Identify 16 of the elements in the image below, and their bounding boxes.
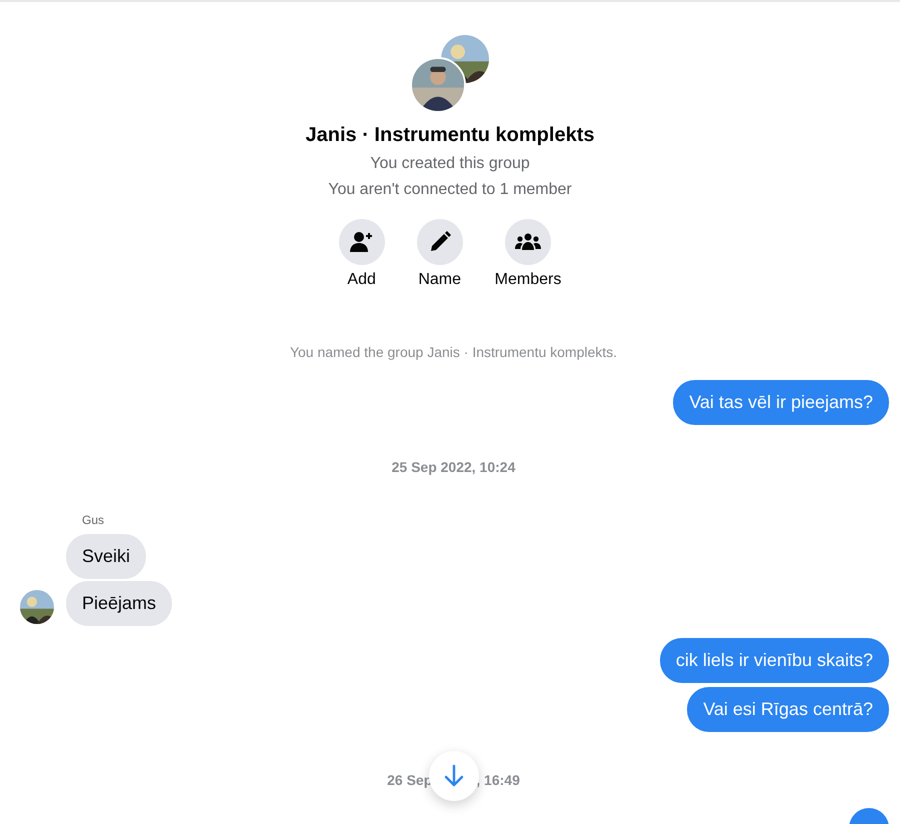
timestamp: 25 Sep 2022, 10:24 [390, 459, 516, 475]
group-title: Janis · Instrumentu komplekts [306, 124, 594, 147]
group-action-button[interactable]: Members [494, 219, 562, 289]
message-bubble: cik liels ir vienību skaits? [660, 638, 889, 683]
group-info: You aren't connected to 1 member [328, 181, 572, 199]
message-bubble: Pieējams [66, 581, 172, 626]
message-bubble: Sveiki [66, 534, 146, 579]
message-bubble: Vai tas vēl ir pieejams? [673, 380, 889, 425]
arrow-down-icon [442, 764, 464, 788]
message-bubble: Vai esi Rīgas centrā? [687, 687, 889, 732]
system-message: You named the group Janis · Instrumentu komplekts. [288, 344, 618, 360]
sender-name: Gus [82, 513, 104, 527]
add-person-icon [350, 230, 374, 254]
scroll-down-button[interactable] [428, 751, 478, 801]
group-info: You created this group [370, 155, 530, 173]
group-icon [515, 232, 541, 252]
